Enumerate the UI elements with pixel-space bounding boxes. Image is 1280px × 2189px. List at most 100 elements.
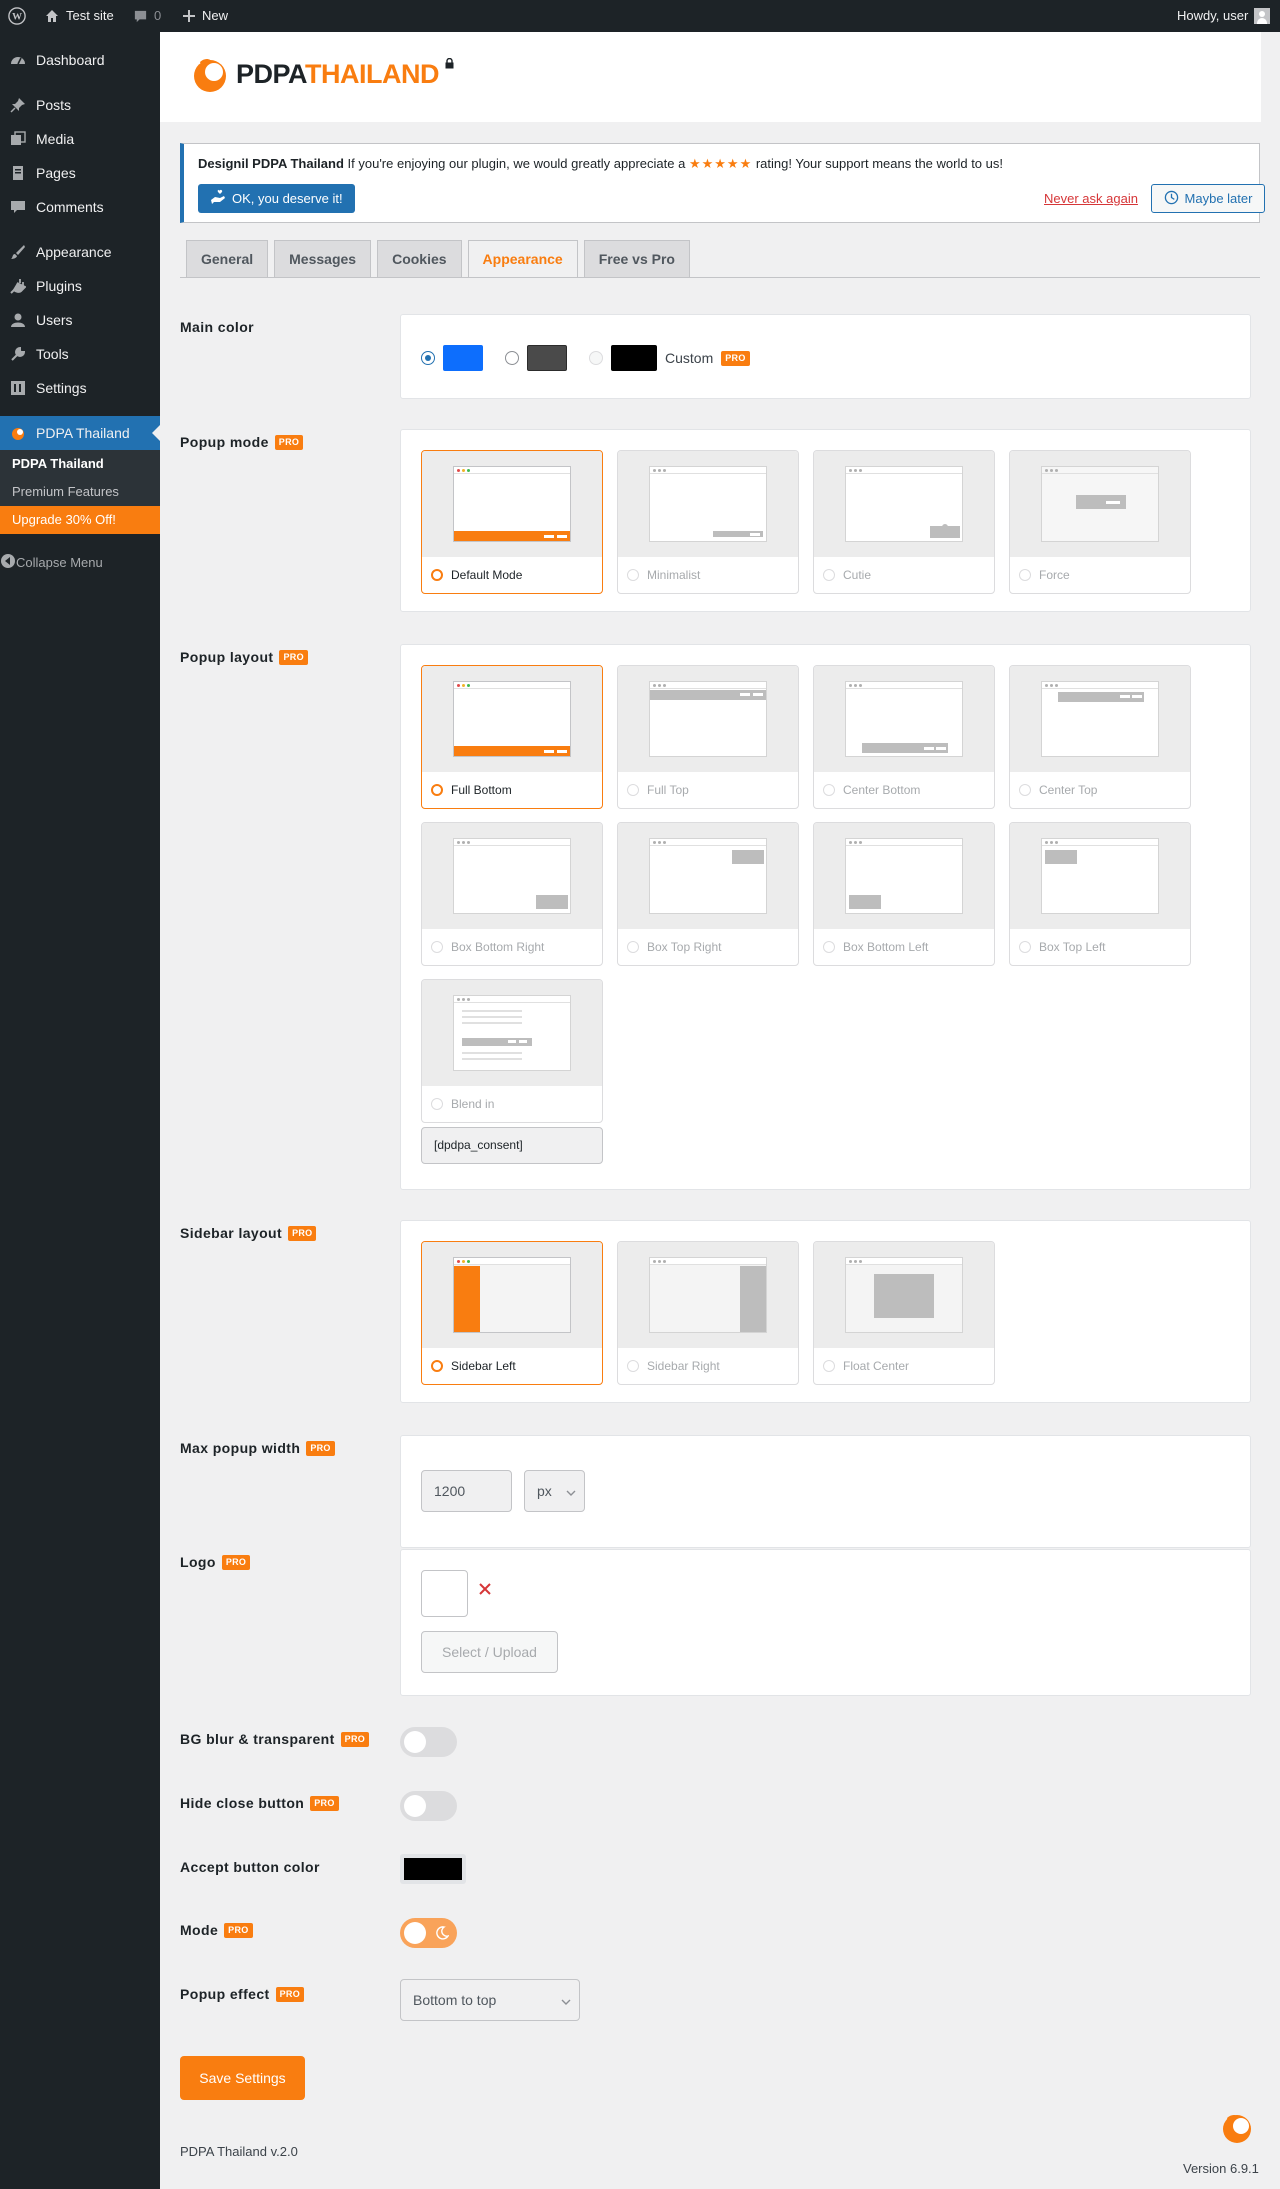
my-account[interactable]: Howdy, user <box>1177 0 1271 32</box>
layout-center-top[interactable]: Center Top <box>1009 665 1191 809</box>
select-upload-button[interactable]: Select / Upload <box>421 1631 558 1673</box>
pro-badge: PRO <box>275 1986 304 2002</box>
color-radio-custom[interactable] <box>589 351 603 365</box>
option-thumbnail <box>1010 666 1190 772</box>
media-icon <box>8 129 28 149</box>
sidebar-item-users[interactable]: Users <box>0 303 160 337</box>
popup-mode-cutie[interactable]: Cutie <box>813 450 995 594</box>
save-settings-button[interactable]: Save Settings <box>180 2056 305 2100</box>
custom-color-label: Custom <box>665 350 714 366</box>
option-label: Box Bottom Right <box>451 940 545 954</box>
sidebar-layout-right[interactable]: Sidebar Right <box>617 1241 799 1385</box>
layout-full-bottom[interactable]: Full Bottom <box>421 665 603 809</box>
option-label: Center Bottom <box>843 783 921 797</box>
accept-color-swatch <box>404 1858 462 1880</box>
bg-blur-label-text: BG blur & transparent <box>180 1731 335 1747</box>
pro-badge: PRO <box>224 1922 253 1938</box>
rating-notice: Designil PDPA Thailand If you're enjoyin… <box>180 143 1265 223</box>
layout-box-top-left[interactable]: Box Top Left <box>1009 822 1191 966</box>
sidebar-item-pages[interactable]: Pages <box>0 156 160 190</box>
mode-label: Mode PRO <box>180 1922 253 1938</box>
option-thumbnail <box>618 1242 798 1348</box>
tab-appearance[interactable]: Appearance <box>467 240 578 278</box>
option-thumbnail <box>618 666 798 772</box>
plug-icon <box>8 276 28 296</box>
popup-mode-force[interactable]: Force <box>1009 450 1191 594</box>
brush-icon <box>8 242 28 262</box>
hide-close-toggle[interactable] <box>400 1791 457 1821</box>
notice-text-before: If you're enjoying our plugin, we would … <box>343 156 689 171</box>
layout-box-bottom-left[interactable]: Box Bottom Left <box>813 822 995 966</box>
clock-icon <box>1164 190 1179 208</box>
option-thumbnail <box>618 451 798 557</box>
tab-messages[interactable]: Messages <box>274 240 372 278</box>
sidebar-layout-float-center[interactable]: Float Center <box>813 1241 995 1385</box>
color-swatch-blue[interactable] <box>443 345 483 371</box>
tab-free-vs-pro[interactable]: Free vs Pro <box>583 240 690 278</box>
layout-box-top-right[interactable]: Box Top Right <box>617 822 799 966</box>
layout-full-top[interactable]: Full Top <box>617 665 799 809</box>
popup-effect-select[interactable]: Bottom to top <box>400 1979 580 2021</box>
toggle-knob <box>404 1731 426 1753</box>
sidebar-layout-left[interactable]: Sidebar Left <box>421 1241 603 1385</box>
popup-mode-default[interactable]: Default Mode <box>421 450 603 594</box>
sidebar-item-comments[interactable]: Comments <box>0 190 160 224</box>
dark-mode-toggle[interactable] <box>400 1918 457 1948</box>
sidebar-item-plugins[interactable]: Plugins <box>0 269 160 303</box>
sidebar-label: Posts <box>36 97 72 113</box>
remove-logo-icon[interactable] <box>479 1583 491 1598</box>
pdpa-floating-logo-icon[interactable] <box>1220 2111 1254 2148</box>
accept-color-picker[interactable] <box>400 1854 466 1884</box>
sidebar-label: Dashboard <box>36 52 105 68</box>
sidebar-label: Settings <box>36 380 87 396</box>
never-ask-again-link[interactable]: Never ask again <box>1044 191 1138 206</box>
comments-count: 0 <box>154 8 162 23</box>
wordpress-icon[interactable]: W <box>8 0 26 32</box>
bg-blur-toggle[interactable] <box>400 1727 457 1757</box>
color-swatch-gray[interactable] <box>527 345 567 371</box>
max-width-input[interactable]: 1200 <box>421 1470 512 1512</box>
submenu-item-pdpa-thailand[interactable]: PDPA Thailand <box>0 450 160 478</box>
sidebar-item-appearance[interactable]: Appearance <box>0 235 160 269</box>
option-radio <box>431 569 443 581</box>
maybe-later-button[interactable]: Maybe later <box>1151 184 1265 213</box>
tab-cookies[interactable]: Cookies <box>377 240 462 278</box>
sidebar-item-posts[interactable]: Posts <box>0 88 160 122</box>
comments-link[interactable]: 0 <box>133 0 161 32</box>
color-radio-blue[interactable] <box>421 351 435 365</box>
chevron-down-icon <box>561 1994 571 2010</box>
sidebar-item-settings[interactable]: Settings <box>0 371 160 405</box>
pages-icon <box>8 163 28 183</box>
pro-badge: PRO <box>721 350 750 366</box>
option-thumbnail <box>814 666 994 772</box>
rating-stars: ★★★★★ <box>688 156 753 171</box>
layout-center-bottom[interactable]: Center Bottom <box>813 665 995 809</box>
main-color-options: Custom PRO <box>421 345 750 371</box>
submenu-item-upgrade[interactable]: Upgrade 30% Off! <box>0 506 160 534</box>
shortcode-field[interactable]: [dpdpa_consent] <box>421 1127 603 1164</box>
submenu-item-premium-features[interactable]: Premium Features <box>0 478 160 506</box>
settings-icon <box>8 378 28 398</box>
logo-label: Logo PRO <box>180 1554 251 1570</box>
color-swatch-custom[interactable] <box>611 345 657 371</box>
pro-badge: PRO <box>221 1554 251 1570</box>
collapse-menu-button[interactable]: Collapse Menu <box>0 545 160 579</box>
width-unit-select[interactable]: px <box>524 1470 585 1512</box>
tab-general[interactable]: General <box>186 240 269 278</box>
toggle-knob <box>404 1795 426 1817</box>
sidebar-item-tools[interactable]: Tools <box>0 337 160 371</box>
ok-deserve-button[interactable]: OK, you deserve it! <box>198 184 355 213</box>
option-label: Blend in <box>451 1097 495 1111</box>
new-content-link[interactable]: New <box>182 0 228 32</box>
layout-blend-in[interactable]: Blend in <box>421 979 603 1123</box>
sidebar-item-pdpa-thailand[interactable]: PDPA Thailand <box>0 416 160 450</box>
option-radio <box>431 1360 443 1372</box>
sidebar-item-dashboard[interactable]: Dashboard <box>0 43 160 77</box>
layout-box-bottom-right[interactable]: Box Bottom Right <box>421 822 603 966</box>
sidebar-item-media[interactable]: Media <box>0 122 160 156</box>
pro-badge: PRO <box>274 434 304 450</box>
site-name-link[interactable]: Test site <box>44 0 114 32</box>
popup-mode-minimalist[interactable]: Minimalist <box>617 450 799 594</box>
option-radio <box>431 941 443 953</box>
color-radio-gray[interactable] <box>505 351 519 365</box>
